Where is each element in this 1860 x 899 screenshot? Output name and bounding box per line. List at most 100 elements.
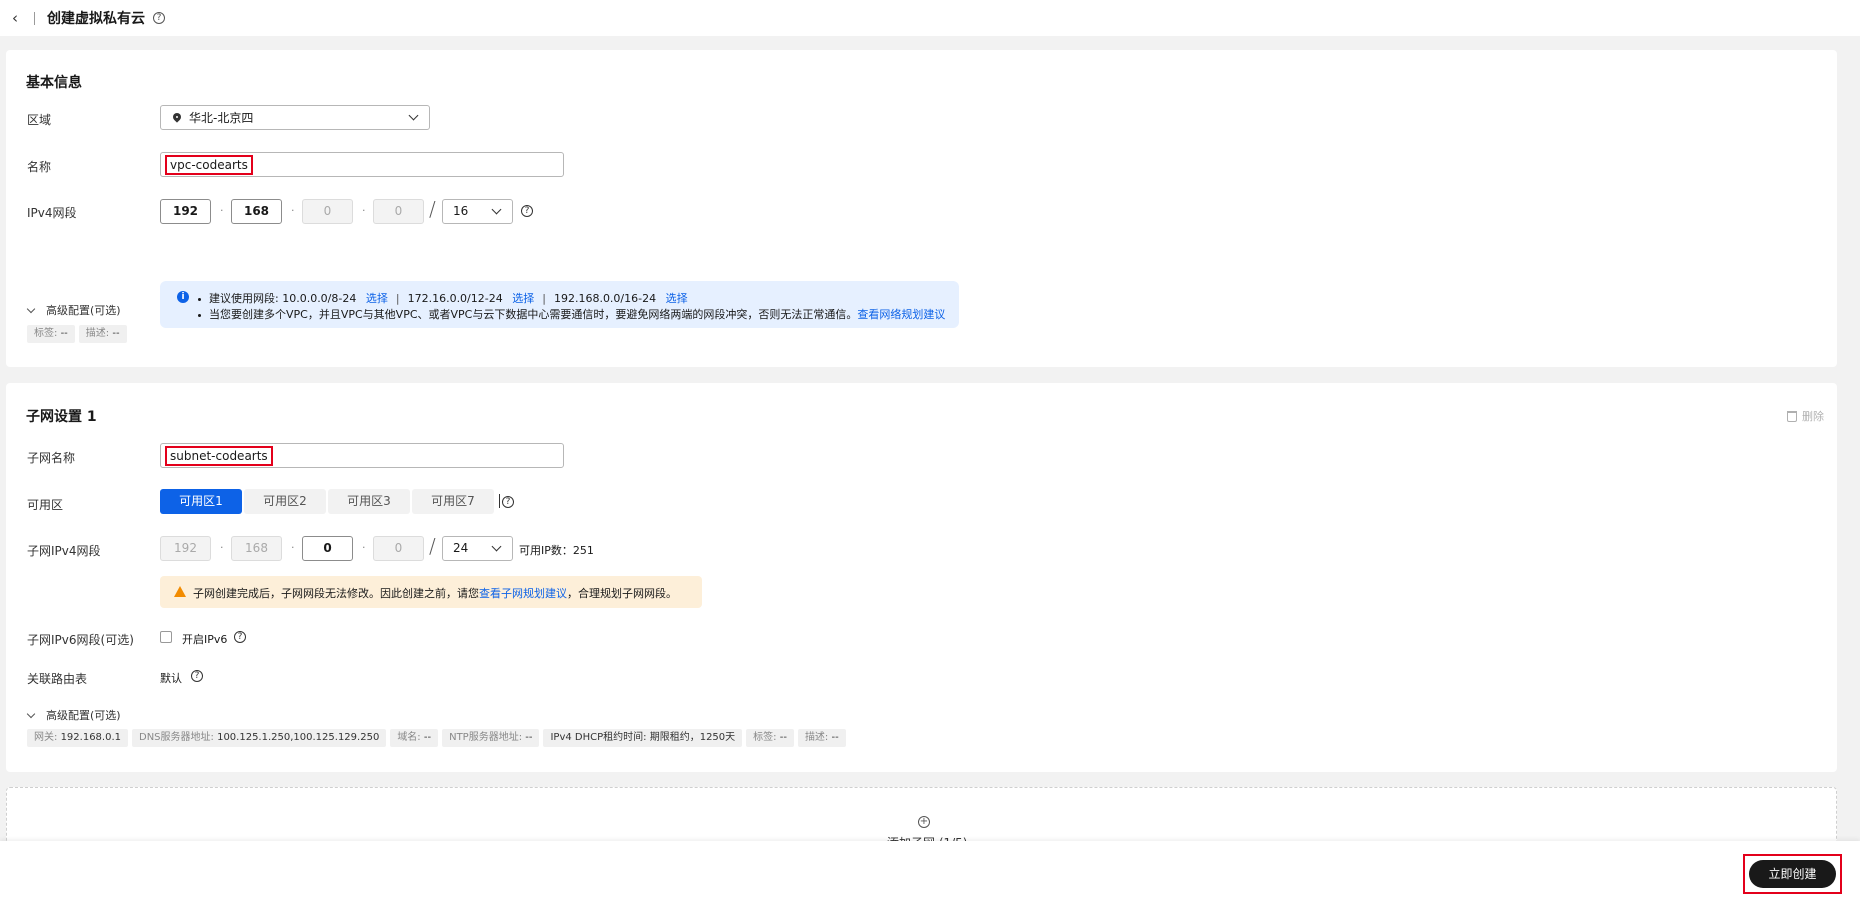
region-label: 区域 bbox=[27, 113, 52, 127]
create-now-button[interactable]: 立即创建 bbox=[1749, 860, 1836, 888]
enable-ipv6-checkbox[interactable] bbox=[160, 631, 172, 643]
az-label: 可用区 bbox=[27, 498, 64, 512]
info-suggested-segment: 建议使用网段: 10.0.0.0/8-24 bbox=[209, 292, 357, 305]
dhcp-lease-tag: IPv4 DHCP租约时间: 期限租约，1250天 bbox=[543, 729, 743, 747]
chevron-down-icon bbox=[26, 709, 36, 718]
subnet-planning-link[interactable]: 查看子网规划建议 bbox=[479, 587, 567, 600]
route-table-value: 默认 bbox=[160, 672, 182, 685]
description-label: 描述: -- bbox=[797, 729, 846, 747]
route-table-label: 关联路由表 bbox=[27, 672, 88, 686]
domain-tag: 域名: -- bbox=[390, 729, 439, 747]
subnet-advanced-toggle[interactable]: 高级配置(可选) bbox=[26, 707, 121, 723]
octet-dot: · bbox=[220, 204, 224, 217]
octet-dot: · bbox=[291, 541, 295, 554]
help-icon[interactable]: ? bbox=[234, 631, 246, 643]
enable-ipv6-label: 开启IPv6 bbox=[182, 633, 228, 646]
subnet-octet-3[interactable]: 0 bbox=[302, 536, 353, 561]
gateway-tag: 网关: 192.168.0.1 bbox=[27, 729, 128, 747]
ipv4-octet-2[interactable]: 168 bbox=[231, 199, 282, 224]
divider: | bbox=[542, 292, 546, 305]
subnet-advanced-label: 高级配置(可选) bbox=[46, 709, 121, 722]
vpc-name-input[interactable]: vpc-codearts bbox=[160, 152, 564, 177]
info-line-2: 当您要创建多个VPC，并且VPC与其他VPC、或者VPC与云下数据中心需要通信时… bbox=[198, 306, 945, 322]
vpc-name-value: vpc-codearts bbox=[165, 154, 253, 175]
subnet-card: 子网设置 1 删除 子网名称 subnet-codearts 可用区 可用区1 … bbox=[6, 383, 1837, 772]
bullet bbox=[198, 297, 201, 301]
mask-slash: / bbox=[429, 197, 436, 221]
ipv4-octet-3: 0 bbox=[302, 199, 353, 224]
choose-link-3[interactable]: 选择 bbox=[666, 292, 688, 305]
choose-link-1[interactable]: 选择 bbox=[366, 292, 388, 305]
add-circle-icon: + bbox=[918, 816, 930, 828]
help-icon[interactable]: ? bbox=[153, 12, 165, 24]
help-icon[interactable]: ? bbox=[521, 205, 533, 217]
page-title: 创建虚拟私有云 bbox=[47, 11, 145, 27]
name-label: 名称 bbox=[27, 160, 52, 174]
mask-value: 16 bbox=[453, 204, 469, 218]
ipv6-label: 子网IPv6网段(可选) bbox=[27, 633, 134, 647]
ipv4-octet-4: 0 bbox=[373, 199, 424, 224]
tag-label: 标签: -- bbox=[746, 729, 794, 747]
help-icon[interactable]: ? bbox=[502, 496, 514, 508]
subnet-name-value: subnet-codearts bbox=[165, 445, 273, 466]
advanced-config-toggle[interactable]: 高级配置(可选) bbox=[26, 302, 121, 318]
choose-link-2[interactable]: 选择 bbox=[512, 292, 534, 305]
footer-bar: 立即创建 bbox=[0, 841, 1860, 899]
network-planning-link[interactable]: 查看网络规划建议 bbox=[857, 308, 945, 321]
delete-label: 删除 bbox=[1802, 410, 1824, 423]
az-option-7[interactable]: 可用区7 bbox=[412, 489, 494, 514]
subnet-name-input[interactable]: subnet-codearts bbox=[160, 443, 564, 468]
create-button-highlight: 立即创建 bbox=[1743, 854, 1842, 894]
location-pin-icon bbox=[173, 113, 181, 123]
octet-dot: · bbox=[362, 204, 366, 217]
subnet-mask-select[interactable]: 24 bbox=[442, 536, 513, 561]
dns-tag: DNS服务器地址: 100.125.1.250,100.125.129.250 bbox=[132, 729, 387, 747]
info-conflict-text: 当您要创建多个VPC，并且VPC与其他VPC、或者VPC与云下数据中心需要通信时… bbox=[209, 308, 858, 321]
info-segment-2: 172.16.0.0/12-24 bbox=[407, 292, 503, 305]
warning-text: 子网创建完成后，子网网段无法修改。因此创建之前，请您查看子网规划建议，合理规划子… bbox=[193, 587, 677, 600]
info-icon: i bbox=[177, 291, 189, 303]
info-box: i 建议使用网段: 10.0.0.0/8-24 选择 | 172.16.0.0/12… bbox=[160, 281, 959, 328]
region-value: 华北-北京四 bbox=[189, 111, 254, 125]
cursor-bar bbox=[499, 494, 500, 508]
subnet-octet-1: 192 bbox=[160, 536, 211, 561]
info-segment-3: 192.168.0.0/16-24 bbox=[553, 292, 657, 305]
divider: | bbox=[395, 292, 400, 305]
info-line-1: 建议使用网段: 10.0.0.0/8-24 选择 | 172.16.0.0/12-2… bbox=[198, 290, 688, 306]
bullet bbox=[198, 313, 201, 317]
chevron-down-icon bbox=[491, 541, 502, 552]
warning-box: 子网创建完成后，子网网段无法修改。因此创建之前，请您查看子网规划建议，合理规划子… bbox=[160, 576, 702, 608]
subnet-advanced-tags: 网关: 192.168.0.1 DNS服务器地址: 100.125.1.250,… bbox=[27, 729, 846, 747]
octet-dot: · bbox=[362, 541, 366, 554]
advanced-tags: 标签: -- 描述: -- bbox=[27, 325, 127, 343]
subnet-mask-value: 24 bbox=[453, 541, 469, 555]
trash-icon bbox=[1787, 410, 1797, 422]
help-icon[interactable]: ? bbox=[191, 670, 203, 682]
tag-label: 标签: -- bbox=[27, 325, 75, 343]
ipv4-octet-1[interactable]: 192 bbox=[160, 199, 211, 224]
advanced-config-label: 高级配置(可选) bbox=[46, 304, 121, 317]
ipv4-mask-select[interactable]: 16 bbox=[442, 199, 513, 224]
subnet-ipv4-label: 子网IPv4网段 bbox=[27, 544, 101, 558]
subnet-name-label: 子网名称 bbox=[27, 451, 76, 465]
chevron-down-icon bbox=[408, 110, 419, 121]
az-option-2[interactable]: 可用区2 bbox=[244, 489, 326, 514]
region-select[interactable]: 华北-北京四 bbox=[160, 105, 430, 130]
subnet-octet-2: 168 bbox=[231, 536, 282, 561]
subnet-title: 子网设置 1 bbox=[26, 409, 97, 425]
back-arrow-icon[interactable]: ‹ bbox=[6, 9, 24, 27]
warning-icon bbox=[174, 586, 186, 597]
az-option-3[interactable]: 可用区3 bbox=[328, 489, 410, 514]
description-label: 描述: -- bbox=[78, 325, 127, 343]
ipv4-label: IPv4网段 bbox=[27, 206, 77, 220]
chevron-down-icon bbox=[491, 204, 502, 215]
basic-info-card: 基本信息 区域 华北-北京四 名称 vpc-codearts IPv4网段 19… bbox=[6, 50, 1837, 367]
mask-slash: / bbox=[429, 534, 436, 558]
subnet-octet-4: 0 bbox=[373, 536, 424, 561]
chevron-down-icon bbox=[26, 304, 36, 313]
delete-subnet-button[interactable]: 删除 bbox=[1787, 408, 1824, 424]
available-ip-count: 可用IP数：251 bbox=[519, 544, 594, 557]
octet-dot: · bbox=[291, 204, 295, 217]
az-option-1[interactable]: 可用区1 bbox=[160, 489, 242, 514]
page-header: ‹ 创建虚拟私有云 ? bbox=[0, 0, 1860, 36]
